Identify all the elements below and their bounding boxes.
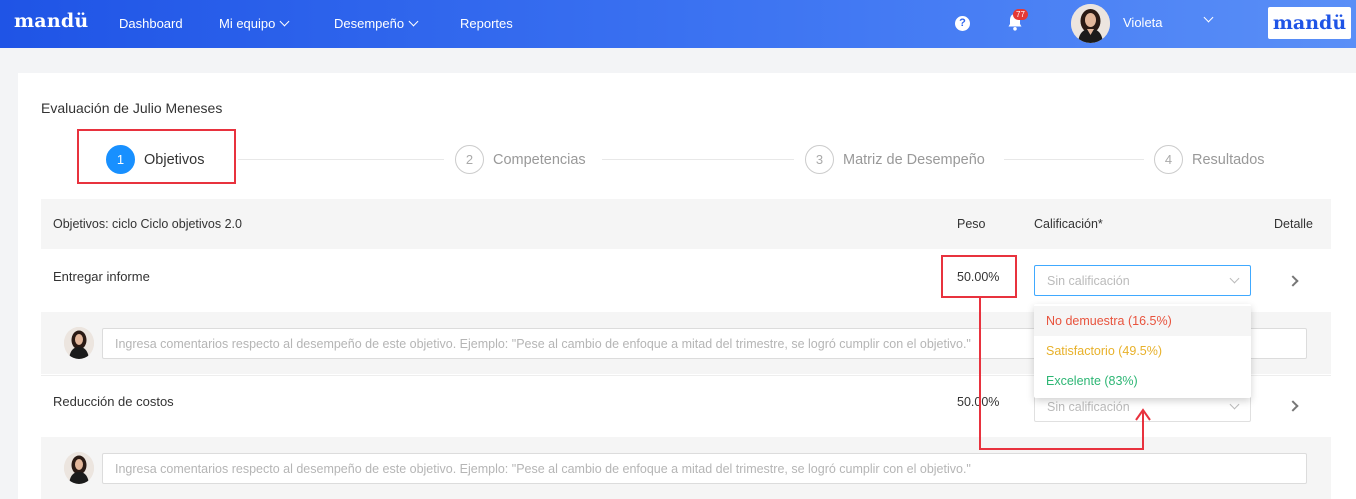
step-number: 4: [1154, 145, 1183, 174]
company-logo: mandü: [1268, 7, 1351, 39]
user-avatar[interactable]: [1071, 4, 1110, 43]
user-menu-chevron-icon[interactable]: [1203, 12, 1214, 23]
chevron-down-icon: [408, 16, 419, 27]
notification-badge: 77: [1013, 9, 1028, 20]
comment-input[interactable]: Ingresa comentarios respecto al desempeñ…: [102, 453, 1307, 484]
chevron-down-icon: [279, 16, 290, 27]
rating-option-label: Excelente (83%): [1046, 374, 1138, 388]
header-rating: Calificación*: [1034, 217, 1103, 231]
step-label: Matriz de Desempeño: [843, 151, 985, 168]
top-navigation-bar: mandü Dashboard Mi equipo Desempeño Repo…: [0, 0, 1356, 48]
chevron-down-icon: [1229, 399, 1240, 410]
step-number: 3: [805, 145, 834, 174]
step-resultados[interactable]: 4 Resultados: [1154, 145, 1265, 174]
nav-mi-equipo-label: Mi equipo: [219, 16, 276, 31]
brand-logo[interactable]: mandü: [14, 10, 88, 32]
header-detail: Detalle: [1274, 217, 1313, 231]
chevron-down-icon: [1229, 273, 1240, 284]
nav-desempeno-label: Desempeño: [334, 16, 405, 31]
comment-placeholder: Ingresa comentarios respecto al desempeñ…: [115, 337, 971, 351]
step-matriz-desempeno[interactable]: 3 Matriz de Desempeño: [805, 145, 985, 174]
comment-placeholder: Ingresa comentarios respecto al desempeñ…: [115, 462, 971, 476]
nav-dashboard[interactable]: Dashboard: [119, 16, 183, 31]
rating-select[interactable]: Sin calificación: [1034, 265, 1251, 296]
objective-name: Entregar informe: [53, 269, 150, 284]
rating-option-no-demuestra[interactable]: No demuestra (16.5%): [1034, 306, 1251, 336]
rating-placeholder: Sin calificación: [1047, 274, 1130, 288]
objective-name: Reducción de costos: [53, 394, 174, 409]
rating-placeholder: Sin calificación: [1047, 400, 1130, 414]
annotation-highlight-step: [77, 129, 236, 184]
annotation-highlight-weight: [941, 255, 1017, 298]
avatar: [64, 452, 94, 484]
page-title: Evaluación de Julio Meneses: [41, 100, 223, 116]
rating-option-label: No demuestra (16.5%): [1046, 314, 1172, 328]
help-icon[interactable]: ?: [955, 16, 970, 31]
rating-option-label: Satisfactorio (49.5%): [1046, 344, 1163, 358]
objective-weight: 50.00%: [957, 395, 1000, 409]
stepper-connector: [1004, 159, 1144, 160]
user-name[interactable]: Violeta: [1123, 15, 1163, 30]
avatar: [64, 327, 94, 359]
step-label: Resultados: [1192, 151, 1265, 168]
stepper-connector: [238, 159, 444, 160]
rating-dropdown-menu: No demuestra (16.5%) Satisfactorio (49.5…: [1034, 304, 1251, 398]
nav-desempeno[interactable]: Desempeño: [334, 16, 419, 31]
nav-mi-equipo[interactable]: Mi equipo: [219, 16, 290, 31]
stepper-connector: [602, 159, 794, 160]
rating-option-satisfactorio[interactable]: Satisfactorio (49.5%): [1034, 336, 1251, 366]
nav-reportes[interactable]: Reportes: [460, 16, 513, 31]
nav-reportes-label: Reportes: [460, 16, 513, 31]
step-number: 2: [455, 145, 484, 174]
rating-option-excelente[interactable]: Excelente (83%): [1034, 366, 1251, 396]
header-objective: Objetivos: ciclo Ciclo objetivos 2.0: [53, 217, 242, 231]
nav-dashboard-label: Dashboard: [119, 16, 183, 31]
header-weight: Peso: [957, 217, 986, 231]
step-competencias[interactable]: 2 Competencias: [455, 145, 586, 174]
step-label: Competencias: [493, 151, 586, 168]
